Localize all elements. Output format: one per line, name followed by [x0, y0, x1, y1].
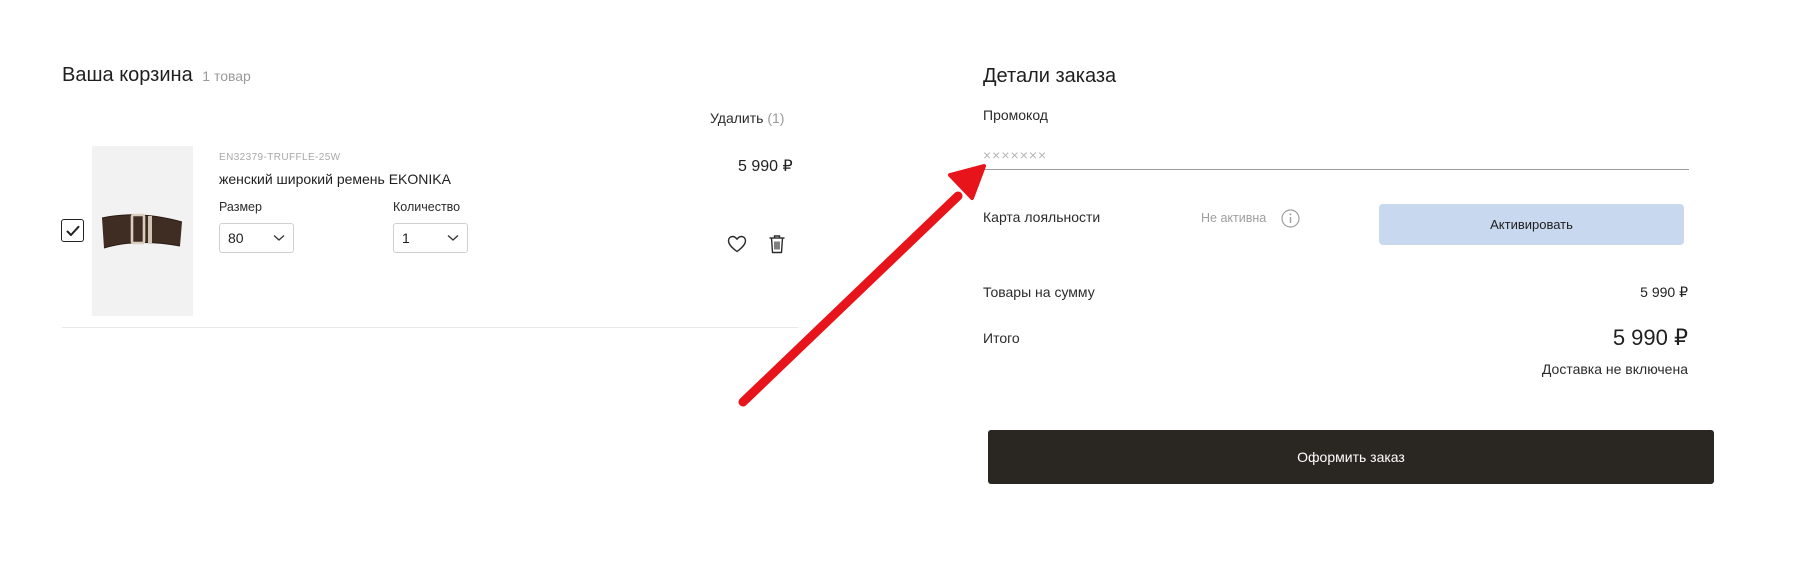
- size-value: 80: [228, 230, 244, 246]
- annotation-arrow: [738, 164, 986, 407]
- remove-item-button[interactable]: [764, 231, 790, 257]
- loyalty-info-button[interactable]: [1281, 209, 1300, 228]
- cart-item-count: 1 товар: [202, 68, 251, 84]
- loyalty-status: Не активна: [1201, 211, 1267, 225]
- quantity-select[interactable]: 1: [393, 223, 468, 253]
- total-label: Итого: [983, 330, 1020, 346]
- delete-label: Удалить: [710, 110, 764, 126]
- item-price: 5 990 ₽: [738, 158, 793, 175]
- delete-selected-link[interactable]: Удалить (1): [710, 110, 784, 126]
- chevron-down-icon: [447, 235, 459, 241]
- delivery-note: Доставка не включена: [1541, 361, 1688, 377]
- delete-count: (1): [767, 110, 785, 126]
- goods-sum-label: Товары на сумму: [983, 284, 1095, 300]
- product-name[interactable]: женский широкий ремень EKONIKA: [219, 171, 451, 187]
- cart-title: Ваша корзина 1 товар: [62, 64, 251, 87]
- total-value: 5 990 ₽: [1612, 325, 1688, 350]
- activate-loyalty-button[interactable]: Активировать: [1379, 204, 1684, 245]
- item-select-checkbox[interactable]: [61, 219, 84, 242]
- info-icon: [1281, 209, 1300, 228]
- favorite-button[interactable]: [724, 231, 750, 257]
- check-icon: [66, 225, 79, 236]
- heart-icon: [727, 235, 747, 253]
- loyalty-card-label: Карта лояльности: [983, 209, 1101, 225]
- promo-code-input[interactable]: [983, 140, 1689, 170]
- size-label: Размер: [219, 200, 262, 214]
- cart-divider: [62, 327, 798, 328]
- checkout-button[interactable]: Оформить заказ: [988, 430, 1714, 484]
- promo-label: Промокод: [983, 107, 1048, 123]
- size-select[interactable]: 80: [219, 223, 294, 253]
- quantity-value: 1: [402, 230, 410, 246]
- quantity-label: Количество: [393, 200, 461, 214]
- chevron-down-icon: [273, 235, 285, 241]
- cart-title-text: Ваша корзина: [62, 64, 193, 86]
- trash-icon: [769, 235, 785, 254]
- product-sku: EN32379-TRUFFLE-25W: [219, 152, 341, 163]
- product-image[interactable]: [92, 146, 193, 316]
- order-details-title: Детали заказа: [983, 65, 1117, 87]
- belt-image: [101, 213, 183, 249]
- goods-sum-value: 5 990 ₽: [1640, 284, 1688, 300]
